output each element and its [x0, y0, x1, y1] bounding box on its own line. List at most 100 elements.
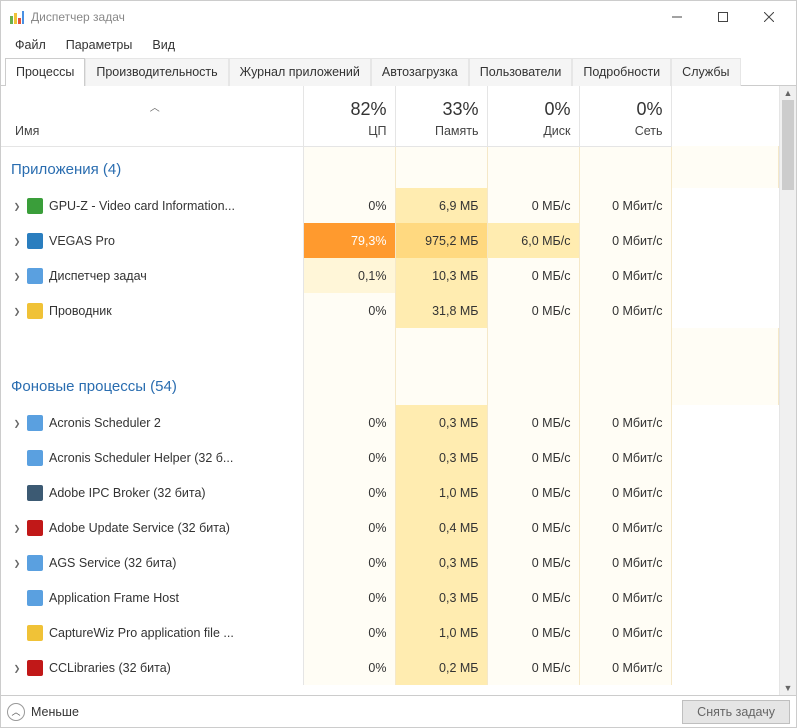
metric-cell: 0 МБ/с — [487, 615, 579, 650]
table-row[interactable]: Application Frame Host0%0,3 МБ0 МБ/с0 Мб… — [1, 580, 779, 615]
col-cpu[interactable]: 82%ЦП — [303, 86, 395, 146]
metric-cell: 0 Мбит/с — [579, 258, 671, 293]
process-name-cell[interactable]: Acronis Scheduler Helper (32 б... — [1, 440, 303, 475]
process-name-cell[interactable]: ❯CCLibraries (32 бита) — [1, 650, 303, 685]
vertical-scrollbar[interactable]: ▲ ▼ — [779, 86, 796, 695]
expand-chevron-icon[interactable]: ❯ — [11, 307, 23, 316]
col-name[interactable]: ︿ Имя — [1, 86, 303, 146]
process-name-cell[interactable]: CaptureWiz Pro application file ... — [1, 615, 303, 650]
process-name-cell[interactable]: ❯Проводник — [1, 293, 303, 328]
tab-apphistory[interactable]: Журнал приложений — [229, 58, 371, 86]
expand-chevron-icon[interactable]: ❯ — [11, 524, 23, 533]
metric-cell: 0,3 МБ — [395, 545, 487, 580]
process-name-cell[interactable]: ❯ Acronis Scheduler 2 — [1, 405, 303, 440]
metric-cell: 0 Мбит/с — [579, 545, 671, 580]
process-name-cell[interactable]: ❯GPU-Z - Video card Information... — [1, 188, 303, 223]
process-icon — [27, 415, 43, 431]
scroll-down-icon[interactable]: ▼ — [780, 681, 796, 695]
maximize-button[interactable] — [700, 2, 746, 32]
col-disk[interactable]: 0%Диск — [487, 86, 579, 146]
minimize-button[interactable] — [654, 2, 700, 32]
process-name-cell[interactable]: ❯ Диспетчер задач — [1, 258, 303, 293]
metric-cell: 0,2 МБ — [395, 650, 487, 685]
process-name-label: Диспетчер задач — [49, 269, 147, 283]
expand-chevron-icon[interactable]: ❯ — [11, 559, 23, 568]
app-icon — [9, 9, 25, 25]
tab-processes[interactable]: Процессы — [5, 58, 85, 86]
metric-cell: 0% — [303, 580, 395, 615]
process-icon — [27, 450, 43, 466]
metric-cell: 0% — [303, 615, 395, 650]
process-name-label: Acronis Scheduler 2 — [49, 416, 161, 430]
metric-cell: 0% — [303, 545, 395, 580]
expand-chevron-icon[interactable]: ❯ — [11, 237, 23, 246]
metric-cell: 0 МБ/с — [487, 510, 579, 545]
process-name-cell[interactable]: ❯ Adobe Update Service (32 бита) — [1, 510, 303, 545]
close-button[interactable] — [746, 2, 792, 32]
metric-cell: 0 МБ/с — [487, 293, 579, 328]
process-table: ︿ Имя 82%ЦП 33%Память 0%Диск 0%Сеть Прил… — [1, 86, 779, 695]
menu-view[interactable]: Вид — [142, 35, 185, 55]
metric-cell: 0% — [303, 293, 395, 328]
chevron-up-icon: ︿ — [7, 703, 25, 721]
metric-cell: 0 Мбит/с — [579, 440, 671, 475]
menu-file[interactable]: Файл — [5, 35, 56, 55]
group-header[interactable]: Фоновые процессы (54) — [1, 363, 779, 405]
expand-chevron-icon[interactable]: ❯ — [11, 272, 23, 281]
process-icon — [27, 198, 43, 214]
table-row[interactable]: ❯Acronis Scheduler 20%0,3 МБ0 МБ/с0 Мбит… — [1, 405, 779, 440]
process-icon — [27, 485, 43, 501]
metric-cell: 0 МБ/с — [487, 580, 579, 615]
process-name-cell[interactable]: Adobe IPC Broker (32 бита) — [1, 475, 303, 510]
tab-services[interactable]: Службы — [671, 58, 740, 86]
process-name-cell[interactable]: Application Frame Host — [1, 580, 303, 615]
metric-cell: 79,3% — [303, 223, 395, 258]
table-row[interactable]: ❯VEGAS Pro79,3%975,2 МБ6,0 МБ/с0 Мбит/с — [1, 223, 779, 258]
fewer-details-button[interactable]: ︿ Меньше — [7, 703, 79, 721]
process-icon — [27, 590, 43, 606]
col-network[interactable]: 0%Сеть — [579, 86, 671, 146]
table-row[interactable]: ❯Adobe Update Service (32 бита)0%0,4 МБ0… — [1, 510, 779, 545]
metric-cell: 1,0 МБ — [395, 475, 487, 510]
metric-cell: 0 Мбит/с — [579, 223, 671, 258]
table-row[interactable]: Acronis Scheduler Helper (32 б...0%0,3 М… — [1, 440, 779, 475]
scroll-up-icon[interactable]: ▲ — [780, 86, 796, 100]
expand-chevron-icon[interactable]: ❯ — [11, 202, 23, 211]
tab-details[interactable]: Подробности — [572, 58, 671, 86]
metric-cell: 975,2 МБ — [395, 223, 487, 258]
tab-users[interactable]: Пользователи — [469, 58, 573, 86]
table-row[interactable]: ❯CCLibraries (32 бита)0%0,2 МБ0 МБ/с0 Мб… — [1, 650, 779, 685]
tab-performance[interactable]: Производительность — [85, 58, 228, 86]
metric-cell: 0 Мбит/с — [579, 580, 671, 615]
end-task-button[interactable]: Снять задачу — [682, 700, 790, 724]
table-row[interactable]: Adobe IPC Broker (32 бита)0%1,0 МБ0 МБ/с… — [1, 475, 779, 510]
expand-chevron-icon[interactable]: ❯ — [11, 664, 23, 673]
process-name-label: Acronis Scheduler Helper (32 б... — [49, 451, 233, 465]
process-icon — [27, 520, 43, 536]
metric-cell: 0,1% — [303, 258, 395, 293]
process-name-label: VEGAS Pro — [49, 234, 115, 248]
expand-chevron-icon[interactable]: ❯ — [11, 419, 23, 428]
table-row[interactable]: CaptureWiz Pro application file ...0%1,0… — [1, 615, 779, 650]
table-row[interactable]: ❯Проводник0%31,8 МБ0 МБ/с0 Мбит/с — [1, 293, 779, 328]
process-name-cell[interactable]: ❯ VEGAS Pro — [1, 223, 303, 258]
metric-cell: 0% — [303, 475, 395, 510]
process-name-label: Adobe Update Service (32 бита) — [49, 521, 230, 535]
sort-chevron-icon: ︿ — [15, 99, 295, 114]
col-memory[interactable]: 33%Память — [395, 86, 487, 146]
metric-cell: 1,0 МБ — [395, 615, 487, 650]
group-header[interactable]: Приложения (4) — [1, 146, 779, 188]
table-row[interactable]: ❯Диспетчер задач0,1%10,3 МБ0 МБ/с0 Мбит/… — [1, 258, 779, 293]
menu-options[interactable]: Параметры — [56, 35, 143, 55]
table-row[interactable]: ❯GPU-Z - Video card Information...0%6,9 … — [1, 188, 779, 223]
process-name-cell[interactable]: ❯AGS Service (32 бита) — [1, 545, 303, 580]
metric-cell: 0 МБ/с — [487, 188, 579, 223]
tab-startup[interactable]: Автозагрузка — [371, 58, 469, 86]
metric-cell: 0 МБ/с — [487, 475, 579, 510]
metric-cell: 0 Мбит/с — [579, 293, 671, 328]
tabstrip: Процессы Производительность Журнал прило… — [1, 57, 796, 86]
table-row[interactable]: ❯AGS Service (32 бита)0%0,3 МБ0 МБ/с0 Мб… — [1, 545, 779, 580]
metric-cell: 10,3 МБ — [395, 258, 487, 293]
metric-cell: 0 Мбит/с — [579, 405, 671, 440]
scroll-thumb[interactable] — [782, 100, 794, 190]
